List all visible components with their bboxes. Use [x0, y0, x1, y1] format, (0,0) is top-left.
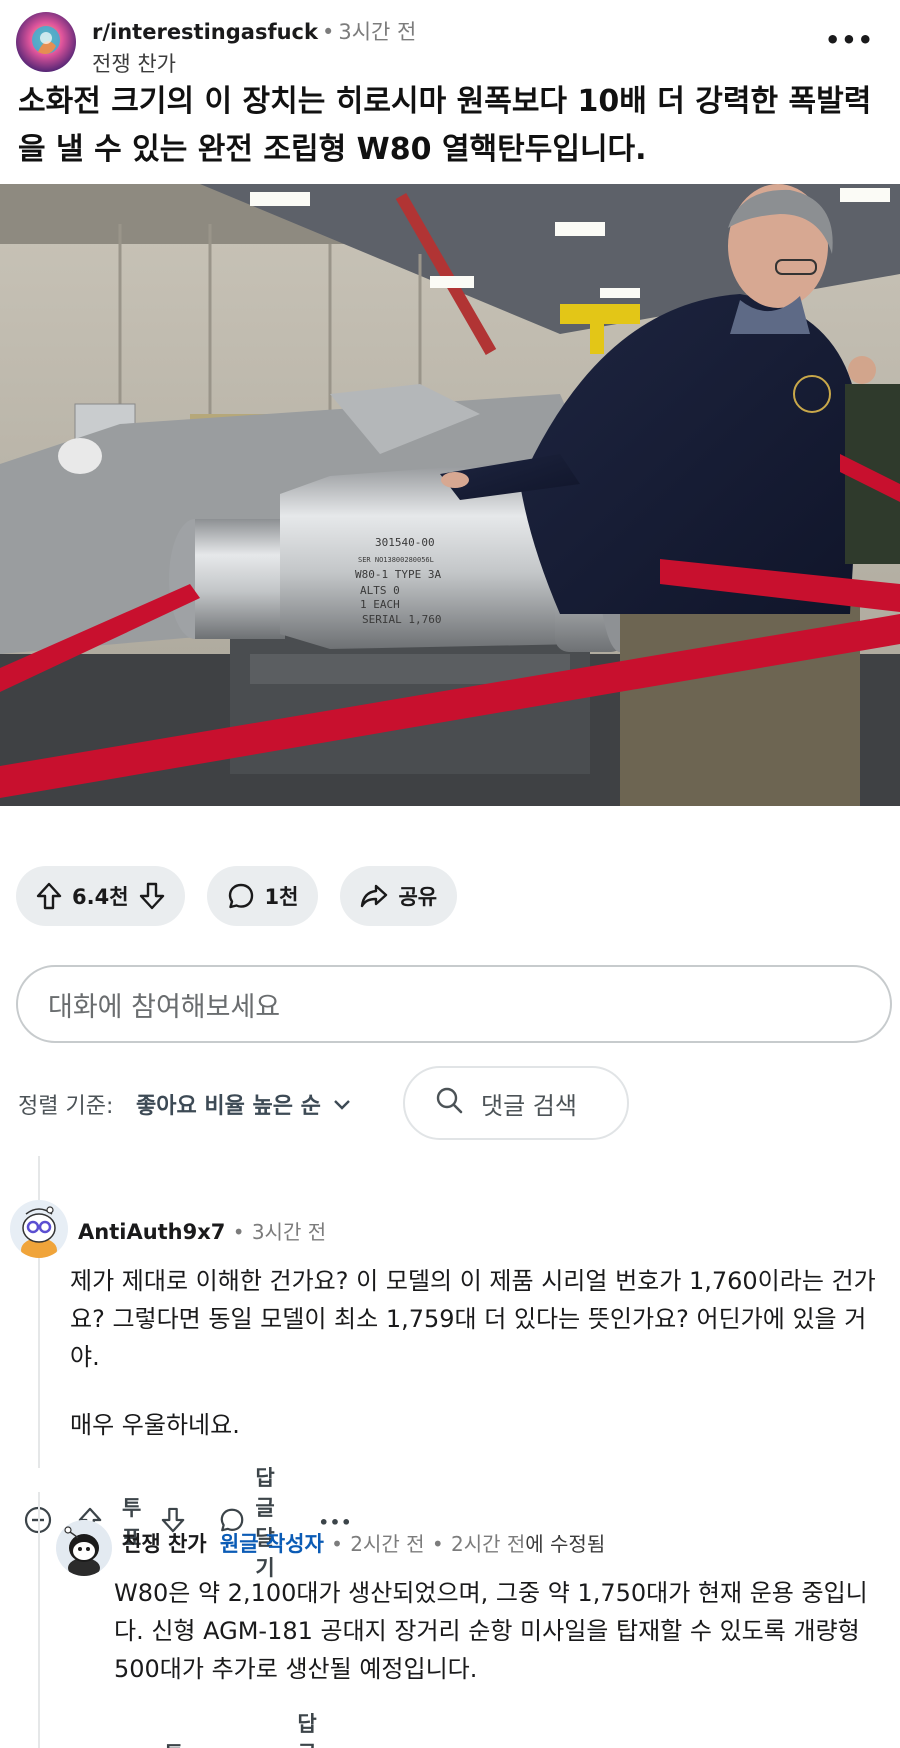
- stencil-line: SER NO13800280056L: [358, 556, 434, 564]
- search-comments-label: 댓글 검색: [481, 1091, 577, 1120]
- sort-value: 좋아요 비율 높은 순: [136, 1094, 321, 1119]
- avatar[interactable]: [56, 1520, 112, 1576]
- downvote-icon[interactable]: [139, 882, 165, 910]
- reply-button[interactable]: 답글 달기: [261, 1708, 316, 1748]
- separator-dot: •: [331, 1532, 343, 1556]
- share-icon: [360, 883, 388, 909]
- thread-line[interactable]: [38, 1492, 40, 1748]
- post-image[interactable]: 301540-00 SER NO13800280056L W80-1 TYPE …: [0, 184, 900, 806]
- comment-text: 제가 제대로 이해한 건가요? 이 모델의 이 제품 시리얼 번호가 1,760…: [70, 1267, 876, 1371]
- comment-author[interactable]: AntiAuth9x7: [78, 1220, 225, 1244]
- post-time: 3시간 전: [338, 20, 417, 44]
- vote-count: 6.4천: [72, 885, 129, 909]
- reply-label: 답글 달기: [255, 1466, 275, 1580]
- separator-dot: •: [431, 1532, 444, 1556]
- stencil-line: ALTS 0: [360, 584, 400, 597]
- subreddit-name[interactable]: r/interestingasfuck: [92, 20, 318, 44]
- post-header: r/interestingasfuck • 3시간 전 전쟁 찬가 •••: [16, 10, 884, 76]
- reply-button[interactable]: 답글 달기: [219, 1462, 275, 1582]
- comment-body: 제가 제대로 이해한 건가요? 이 모델의 이 제품 시리얼 번호가 1,760…: [70, 1262, 882, 1444]
- comment-actions: 투표 답글 달기 •••: [120, 1708, 394, 1748]
- post-title[interactable]: 소화전 크기의 이 장치는 히로시마 원폭보다 10배 더 강력한 폭발력을 낼…: [18, 78, 888, 174]
- stencil-line: 301540-00: [375, 536, 435, 549]
- edited-label: 에 수정됨: [525, 1532, 606, 1556]
- sort-row: 정렬 기준: 좋아요 비율 높은 순 댓글 검색: [18, 1066, 888, 1140]
- comment-input[interactable]: 대화에 참여해보세요: [16, 965, 892, 1043]
- subreddit-avatar[interactable]: [16, 12, 76, 72]
- comment-author[interactable]: 전쟁 찬가: [122, 1532, 207, 1556]
- sort-dropdown[interactable]: 좋아요 비율 높은 순: [136, 1088, 351, 1120]
- comment-text: W80은 약 2,100대가 생산되었으며, 그중 약 1,750대가 현재 운…: [114, 1579, 868, 1683]
- stencil-line: 1 EACH: [360, 598, 400, 611]
- vote-pill: 6.4천: [16, 866, 185, 926]
- op-badge: 원글 작성자: [219, 1532, 324, 1556]
- avatar[interactable]: [10, 1200, 68, 1258]
- stencil-line: W80-1 TYPE 3A: [355, 568, 441, 581]
- comment-time: 3시간 전: [251, 1220, 327, 1244]
- comment-input-placeholder: 대화에 참여해보세요: [48, 991, 281, 1023]
- comment-bubble-icon: [227, 882, 255, 910]
- upvote-icon[interactable]: [36, 882, 62, 910]
- comment-body: W80은 약 2,100대가 생산되었으며, 그중 약 1,750대가 현재 운…: [114, 1574, 884, 1688]
- comment-count: 1천: [264, 885, 299, 909]
- comment-time: 2시간 전: [350, 1532, 425, 1556]
- separator-dot: •: [232, 1220, 245, 1244]
- separator-dot: •: [321, 20, 335, 44]
- comments-button[interactable]: 1천: [206, 866, 319, 926]
- subreddit-line: r/interestingasfuck • 3시간 전: [92, 16, 416, 46]
- vote-group: 투표: [120, 1738, 227, 1748]
- share-button[interactable]: 공유: [340, 866, 458, 926]
- search-icon: [435, 1086, 463, 1120]
- reply-label: 답글 달기: [297, 1712, 317, 1748]
- edited-time: 2시간 전: [450, 1532, 526, 1556]
- action-bar: 6.4천 1천 공유: [16, 866, 458, 926]
- search-comments-button[interactable]: 댓글 검색: [403, 1066, 629, 1140]
- more-options-button[interactable]: •••: [825, 26, 874, 54]
- stencil-line: SERIAL 1,760: [362, 613, 441, 626]
- comment-text: 매우 우울하네요.: [70, 1411, 240, 1439]
- comment-author-line: 전쟁 찬가 원글 작성자 • 2시간 전 • 2시간 전에 수정됨: [122, 1528, 605, 1558]
- sort-label: 정렬 기준:: [18, 1094, 114, 1119]
- chevron-down-icon: [333, 1092, 351, 1117]
- comment-author-line: AntiAuth9x7 • 3시간 전: [78, 1216, 326, 1245]
- share-label: 공유: [398, 885, 438, 909]
- vote-label: 투표: [164, 1738, 183, 1748]
- post-author[interactable]: 전쟁 찬가: [92, 48, 176, 78]
